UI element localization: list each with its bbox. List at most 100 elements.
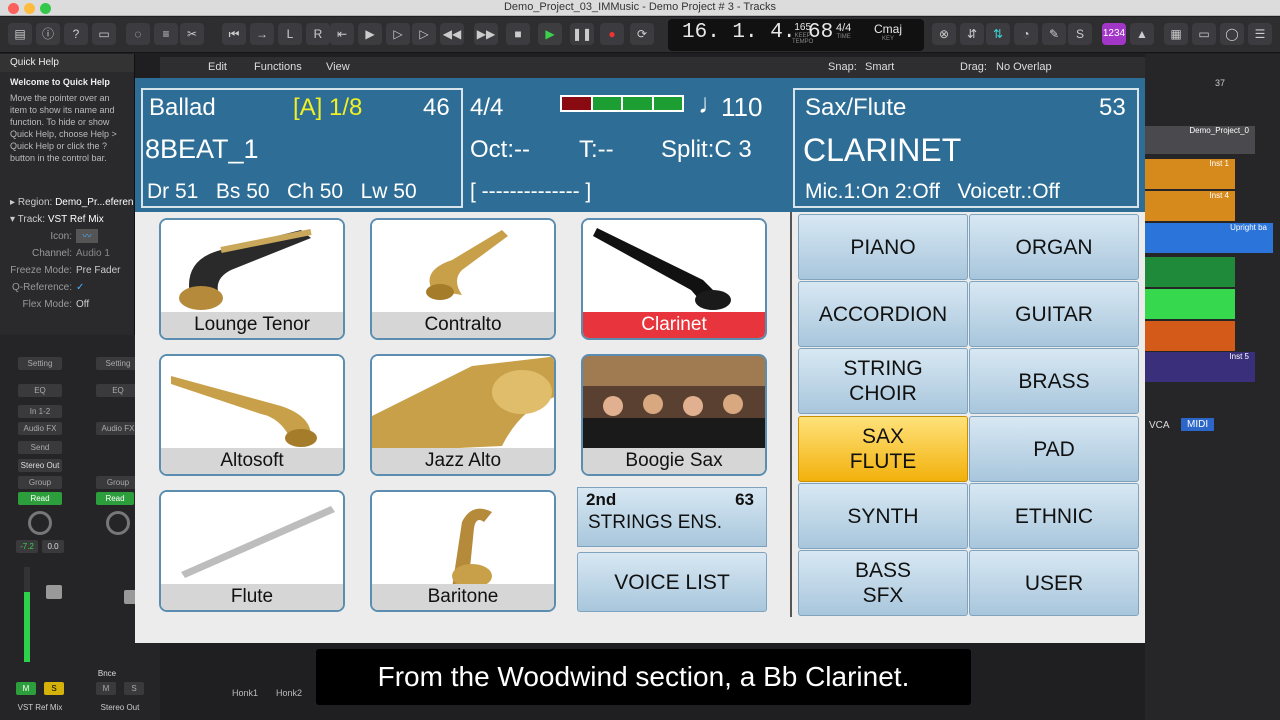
metronome-icon[interactable]: ▲ <box>1130 23 1154 45</box>
play-button[interactable]: ▶ <box>538 23 562 45</box>
voice-lounge-tenor[interactable]: Lounge Tenor <box>159 218 345 340</box>
voice-altosoft[interactable]: Altosoft <box>159 354 345 476</box>
track-row[interactable]: ▾ Track: VST Ref Mix <box>0 211 134 228</box>
smart-controls-icon[interactable]: ◌ <box>126 23 150 45</box>
setting-button-2[interactable]: Setting <box>96 357 140 370</box>
replace-mode-icon[interactable]: ⊗ <box>932 23 956 45</box>
region-orange[interactable] <box>1145 321 1235 351</box>
tuner-icon[interactable]: ⇵ <box>960 23 984 45</box>
region-green-2[interactable] <box>1145 289 1235 319</box>
stop-button[interactable]: ■ <box>506 23 530 45</box>
eq-button-1[interactable]: EQ <box>18 384 62 397</box>
fast-rewind-icon[interactable]: ◀◀ <box>440 23 464 45</box>
category-brass[interactable]: BRASS <box>969 348 1139 414</box>
mute-button-2[interactable]: M <box>96 682 116 695</box>
mixer-icon[interactable]: ≡ <box>154 23 178 45</box>
voice-baritone[interactable]: Baritone <box>370 490 556 612</box>
score-icon[interactable]: S <box>1068 23 1092 45</box>
midi-tab[interactable]: MIDI <box>1181 418 1215 431</box>
fast-forward-icon[interactable]: ▶▶ <box>474 23 498 45</box>
pencil-icon[interactable]: ✎ <box>1042 23 1066 45</box>
voice-clarinet[interactable]: Clarinet <box>581 218 767 340</box>
mixer-track[interactable]: Honk1 <box>232 688 258 698</box>
vca-tab[interactable]: VCA <box>1149 420 1170 431</box>
category-pad[interactable]: PAD <box>969 416 1139 482</box>
solo-button-2[interactable]: S <box>124 682 144 695</box>
voice-list-button[interactable]: VOICE LIST <box>577 552 767 612</box>
replace-icon[interactable]: ⇤ <box>330 23 354 45</box>
voice-boogie-sax[interactable]: Boogie Sax <box>581 354 767 476</box>
region-upright-bass[interactable]: Upright ba <box>1145 223 1273 253</box>
record-button[interactable]: ● <box>600 23 624 45</box>
bounce-label[interactable]: Bnce <box>94 667 120 680</box>
solo-icon[interactable]: ⇅ <box>986 23 1010 45</box>
count-in-icon[interactable]: 1234 <box>1102 23 1126 45</box>
pan-knob-2[interactable] <box>106 511 130 535</box>
category-string-choir[interactable]: STRING CHOIR <box>798 348 968 414</box>
region-inst4[interactable]: Inst 4 <box>1145 191 1235 221</box>
voice-contralto[interactable]: Contralto <box>370 218 556 340</box>
right-locator-icon[interactable]: R <box>306 23 330 45</box>
editors-icon[interactable]: ✂ <box>180 23 204 45</box>
send-button[interactable]: Send <box>18 441 62 454</box>
browsers-icon[interactable]: ◯ <box>1220 23 1244 45</box>
category-piano[interactable]: PIANO <box>798 214 968 280</box>
input-button[interactable]: In 1-2 <box>18 405 62 418</box>
setting-button-1[interactable]: Setting <box>18 357 62 370</box>
drag-select[interactable]: No Overlap <box>996 61 1052 73</box>
output-button[interactable]: Stereo Out <box>18 459 62 472</box>
left-locator-icon[interactable]: L <box>278 23 302 45</box>
functions-menu[interactable]: Functions <box>254 61 302 73</box>
channel-row[interactable]: Channel: Audio 1 <box>0 245 134 262</box>
automation-read-1[interactable]: Read <box>18 492 62 505</box>
category-sax-flute[interactable]: SAX FLUTE <box>798 416 968 482</box>
view-menu[interactable]: View <box>326 61 350 73</box>
audio-fx-button-2[interactable]: Audio FX <box>96 422 140 435</box>
region-row[interactable]: ▸ Region: Demo_Pr...eferen <box>0 194 134 211</box>
category-synth[interactable]: SYNTH <box>798 483 968 549</box>
category-guitar[interactable]: GUITAR <box>969 281 1139 347</box>
group-button-2[interactable]: Group <box>96 476 140 489</box>
edit-menu[interactable]: Edit <box>208 61 227 73</box>
mute-button-1[interactable]: M <box>16 682 36 695</box>
play-from-icon[interactable]: ▶ <box>358 23 382 45</box>
region-inst1[interactable]: Inst 1 <box>1145 159 1235 189</box>
pause-button[interactable]: ❚❚ <box>570 23 594 45</box>
automation-read-2[interactable]: Read <box>96 492 134 505</box>
region-inst5[interactable]: Inst 5 <box>1145 352 1255 382</box>
list-editors-icon[interactable]: ▭ <box>1192 23 1216 45</box>
quick-help-header[interactable]: Quick Help <box>0 54 134 72</box>
pan-knob-1[interactable] <box>28 511 52 535</box>
solo-button-1[interactable]: S <box>44 682 64 695</box>
category-bass-sfx[interactable]: BASS SFX <box>798 550 968 616</box>
lcd-display[interactable]: 16. 1. 4. 68 165 KEEP TEMPO 4/4 TIME Cmaj KE… <box>668 19 924 51</box>
play-left-icon[interactable]: ▷ <box>386 23 410 45</box>
voice-flute[interactable]: Flute <box>159 490 345 612</box>
region-green-1[interactable] <box>1145 257 1235 287</box>
library-icon[interactable]: ▤ <box>8 23 32 45</box>
toolbar-icon[interactable]: ▭ <box>92 23 116 45</box>
category-user[interactable]: USER <box>969 550 1139 616</box>
voice-jazz-alto[interactable]: Jazz Alto <box>370 354 556 476</box>
second-voice-button[interactable]: 2nd 63 STRINGS ENS. <box>577 487 767 547</box>
snap-select[interactable]: Smart <box>865 61 894 73</box>
category-organ[interactable]: ORGAN <box>969 214 1139 280</box>
quick-help-icon[interactable]: ? <box>64 23 88 45</box>
flex-mode-row[interactable]: Flex Mode: Off <box>0 296 134 313</box>
icon-row[interactable]: Icon: 〰 <box>0 228 134 245</box>
group-button-1[interactable]: Group <box>18 476 62 489</box>
audio-fx-button-1[interactable]: Audio FX <box>18 422 62 435</box>
inspector-icon[interactable]: ⓘ <box>36 23 60 45</box>
go-to-start-icon[interactable]: ⏮ <box>222 23 246 45</box>
category-accordion[interactable]: ACCORDION <box>798 281 968 347</box>
loop-browser-icon[interactable]: ☰ <box>1248 23 1272 45</box>
category-ethnic[interactable]: ETHNIC <box>969 483 1139 549</box>
mixer-track[interactable]: Honk2 <box>276 688 302 698</box>
eq-button-2[interactable]: EQ <box>96 384 140 397</box>
region-demo-project[interactable]: Demo_Project_0 <box>1145 126 1255 154</box>
freeze-mode-row[interactable]: Freeze Mode: Pre Fader <box>0 262 134 279</box>
note-pad-icon[interactable]: ▦ <box>1164 23 1188 45</box>
q-reference-row[interactable]: Q-Reference: ✓ <box>0 279 134 296</box>
play-right-icon[interactable]: ▷ <box>412 23 436 45</box>
volume-fader-1[interactable] <box>46 585 62 599</box>
